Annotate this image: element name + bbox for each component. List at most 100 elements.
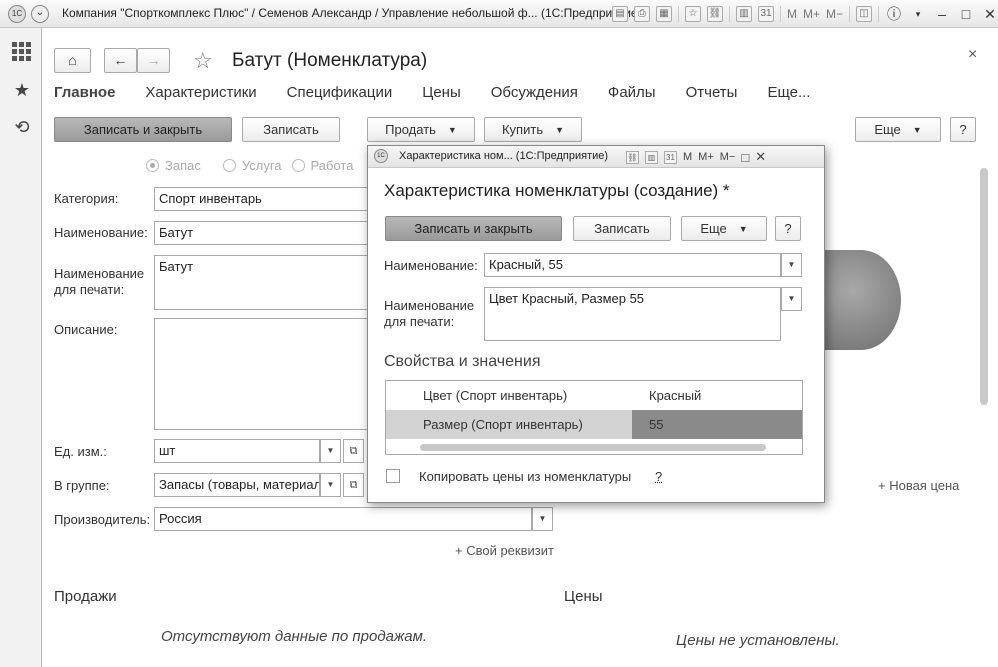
group-field[interactable]: Запасы (товары, материалы)	[154, 473, 320, 497]
properties-header: Свойства и значения	[384, 353, 541, 370]
unit-field[interactable]: шт	[154, 439, 320, 463]
memory-minus-button[interactable]: M−	[720, 151, 736, 163]
copy-prices-label: Копировать цены из номенклатуры	[419, 469, 632, 484]
horizontal-scrollbar[interactable]	[420, 444, 766, 451]
titlebar-toolbar: ▤ ⎙ ▦ ☆ ⛓ ▥ 31 M M+ M− ◫ ⓘ ▾ – □ ✕	[612, 4, 998, 24]
help-button[interactable]: ?	[775, 216, 801, 241]
dropdown-icon[interactable]: ▾	[909, 9, 927, 20]
vertical-scrollbar[interactable]	[980, 168, 988, 405]
close-form-button[interactable]: ×	[968, 46, 977, 64]
unit-dropdown-button[interactable]: ▼	[320, 439, 341, 463]
favorites-star-icon[interactable]: ★	[12, 80, 32, 100]
property-name: Цвет (Спорт инвентарь)	[423, 388, 568, 403]
app-logo-icon[interactable]: 1С	[374, 149, 388, 163]
apps-grid-icon[interactable]	[12, 42, 32, 62]
favorites-icon[interactable]: ☆	[685, 6, 701, 22]
main-menu-icon[interactable]: ⌄	[31, 5, 49, 23]
calculator-icon[interactable]: ▥	[645, 150, 658, 164]
close-window-button[interactable]: ✕	[981, 6, 998, 23]
radio-service-label: Услуга	[241, 158, 282, 173]
description-label: Описание:	[54, 322, 118, 337]
print-icon[interactable]: ⎙	[634, 6, 650, 22]
print-name-field[interactable]: Цвет Красный, Размер 55	[484, 287, 781, 341]
sales-empty-message: Отсутствуют данные по продажам.	[161, 628, 428, 645]
chevron-down-icon: ▼	[738, 223, 748, 234]
more-button[interactable]: Еще ▼	[681, 216, 767, 241]
save-and-close-button[interactable]: Записать и закрыть	[54, 117, 232, 142]
dialog-toolbar-icons: ⛓ ▥ 31 M M+ M− □ ✕	[626, 149, 766, 165]
tab-files[interactable]: Файлы	[608, 84, 656, 101]
print-name-dropdown-button[interactable]: ▼	[781, 287, 802, 311]
open-icon[interactable]: ⧉	[343, 439, 364, 463]
sales-header: Продажи	[54, 588, 117, 605]
app-logo-icon[interactable]: 1С	[8, 5, 26, 23]
name-label: Наименование:	[384, 258, 478, 273]
help-button[interactable]: ?	[950, 117, 976, 142]
print-name-label: Наименование для печати:	[54, 266, 145, 297]
form-tabs: Главное Характеристики Спецификации Цены…	[54, 84, 840, 101]
property-value[interactable]: 55	[649, 417, 663, 432]
tab-more[interactable]: Еще...	[767, 84, 810, 101]
new-price-link[interactable]: + Новая цена	[878, 478, 959, 493]
copy-prices-help[interactable]: ?	[655, 469, 662, 485]
maximize-button[interactable]: □	[957, 6, 975, 22]
save-button[interactable]: Записать	[573, 216, 671, 241]
favorite-star-icon[interactable]: ☆	[193, 48, 213, 74]
info-icon[interactable]: ⓘ	[885, 4, 903, 24]
calculator-icon[interactable]: ▥	[736, 6, 752, 22]
table-row-selected[interactable]: Размер (Спорт инвентарь) 55	[386, 410, 802, 439]
tab-prices[interactable]: Цены	[422, 84, 461, 101]
print-name-field[interactable]: Батут	[154, 255, 369, 310]
manufacturer-field[interactable]: Россия	[154, 507, 532, 531]
maximize-button[interactable]: □	[741, 150, 749, 165]
save-and-close-button[interactable]: Записать и закрыть	[385, 216, 562, 241]
memory-button[interactable]: M	[683, 151, 692, 163]
memory-button[interactable]: M	[787, 7, 797, 21]
back-button[interactable]: ←	[104, 48, 137, 73]
property-value[interactable]: Красный	[649, 388, 701, 403]
name-field[interactable]: Красный, 55	[484, 253, 781, 277]
minimize-button[interactable]: –	[933, 6, 951, 22]
print-name-label: Наименование для печати:	[384, 298, 475, 329]
panel-icon[interactable]: ◫	[856, 6, 873, 22]
forward-button[interactable]: →	[137, 48, 170, 73]
radio-work[interactable]: Работа	[291, 158, 353, 173]
close-dialog-button[interactable]: ✕	[755, 149, 766, 165]
more-button[interactable]: Еще ▼	[855, 117, 941, 142]
manufacturer-label: Производитель:	[54, 512, 151, 527]
sections-sidebar: ★ ⟲	[0, 28, 42, 667]
radio-service[interactable]: Услуга	[222, 158, 282, 173]
memory-plus-button[interactable]: M+	[803, 7, 820, 21]
save-icon[interactable]: ▤	[612, 6, 628, 22]
tab-main[interactable]: Главное	[54, 84, 115, 101]
preview-icon[interactable]: ▦	[656, 6, 672, 22]
table-row[interactable]: Цвет (Спорт инвентарь) Красный	[386, 381, 802, 410]
copy-prices-checkbox[interactable]	[386, 469, 400, 483]
home-button[interactable]: ⌂	[54, 48, 91, 73]
group-dropdown-button[interactable]: ▼	[320, 473, 341, 497]
tab-specifications[interactable]: Спецификации	[287, 84, 393, 101]
link-icon[interactable]: ⛓	[707, 6, 723, 22]
memory-plus-button[interactable]: M+	[698, 151, 714, 163]
sell-button[interactable]: Продать ▼	[367, 117, 475, 142]
open-icon[interactable]: ⧉	[343, 473, 364, 497]
calendar-icon[interactable]: 31	[758, 6, 774, 22]
history-icon[interactable]: ⟲	[12, 117, 32, 137]
product-image	[821, 250, 901, 350]
name-field[interactable]: Батут	[154, 221, 369, 245]
tab-discussions[interactable]: Обсуждения	[491, 84, 578, 101]
memory-minus-button[interactable]: M−	[826, 7, 843, 21]
radio-stock[interactable]: Запас	[146, 158, 201, 173]
buy-button[interactable]: Купить ▼	[484, 117, 582, 142]
dialog-window-title: Характеристика ном... (1С:Предприятие)	[399, 150, 609, 162]
tab-reports[interactable]: Отчеты	[686, 84, 738, 101]
name-dropdown-button[interactable]: ▼	[781, 253, 802, 277]
category-field[interactable]: Спорт инвентарь	[154, 187, 369, 211]
save-button[interactable]: Записать	[242, 117, 340, 142]
manufacturer-dropdown-button[interactable]: ▼	[532, 507, 553, 531]
link-icon[interactable]: ⛓	[626, 150, 639, 164]
tab-characteristics[interactable]: Характеристики	[145, 84, 256, 101]
description-field[interactable]	[154, 318, 369, 430]
add-attribute-link[interactable]: + Свой реквизит	[455, 543, 554, 558]
calendar-icon[interactable]: 31	[664, 150, 677, 164]
